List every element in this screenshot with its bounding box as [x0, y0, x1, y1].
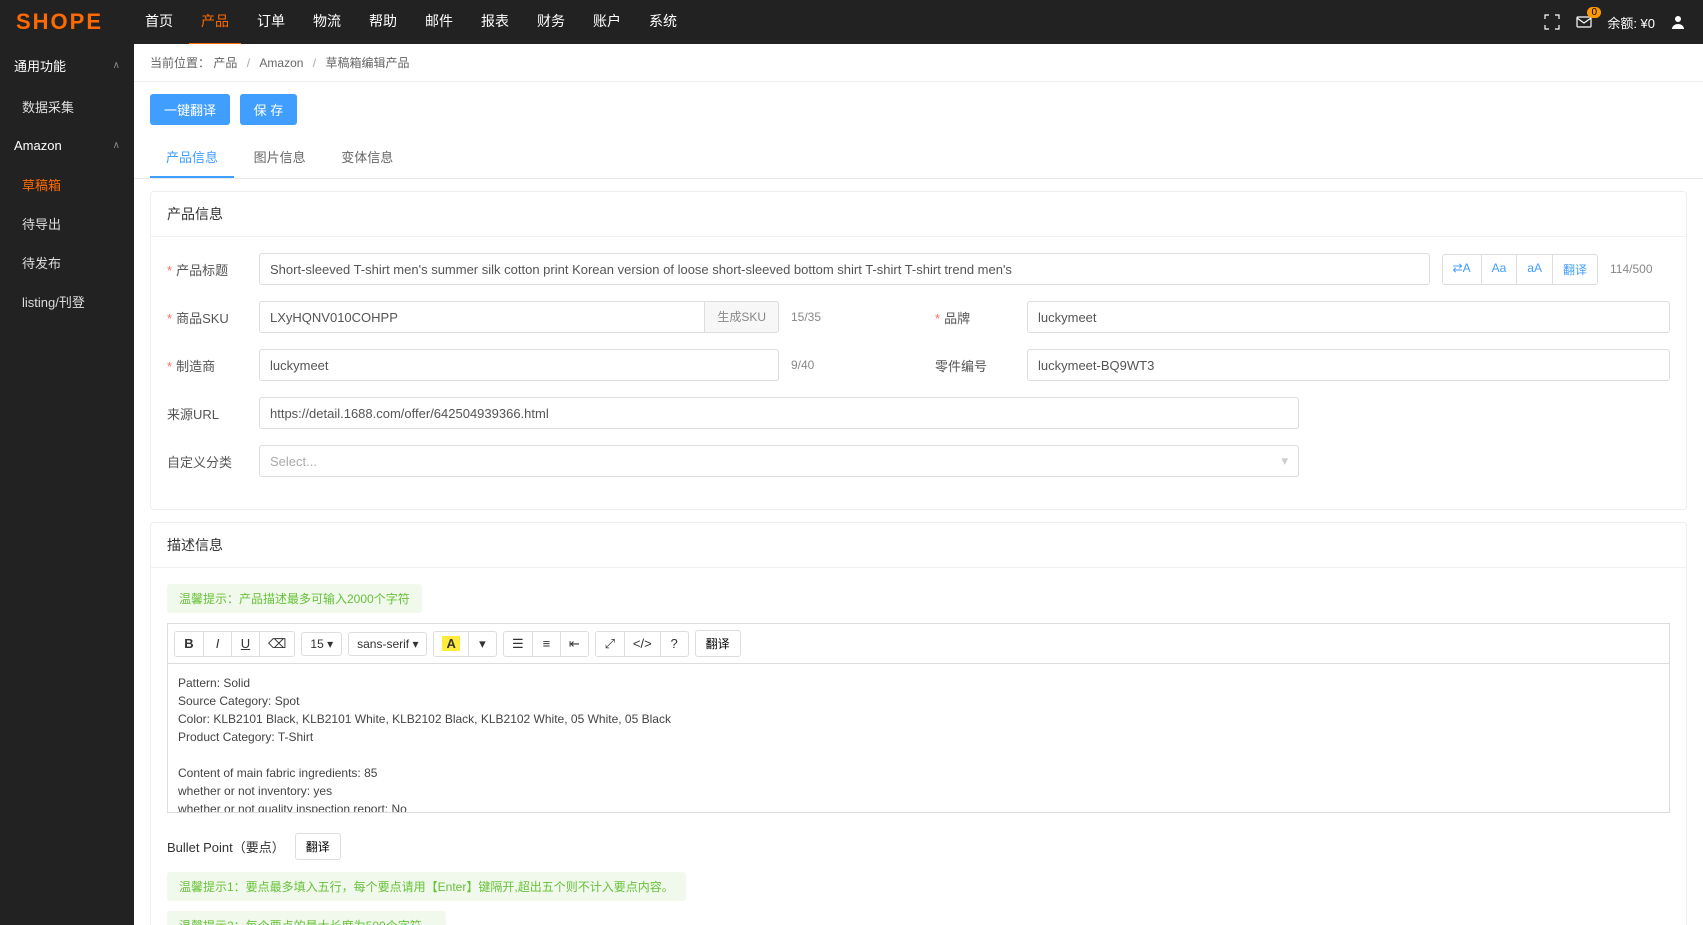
code-button[interactable]: </> [624, 632, 660, 656]
label-brand: 品牌 [935, 308, 1015, 327]
main-content: 当前位置： 产品 / Amazon / 草稿箱编辑产品 一键翻译 保 存 产品信… [134, 44, 1703, 925]
list-ul-button[interactable]: ☰ [504, 632, 532, 656]
case-icon-2[interactable]: Aa [1481, 255, 1517, 284]
action-bar: 一键翻译 保 存 [134, 82, 1703, 137]
translate-bullet-button[interactable]: 翻译 [295, 833, 341, 860]
tab-product-info[interactable]: 产品信息 [150, 137, 234, 178]
part-number-input[interactable] [1027, 349, 1670, 381]
text-color-button[interactable]: A [434, 632, 467, 656]
fullscreen-icon[interactable] [1543, 13, 1561, 31]
font-size-select[interactable]: 15 ▾ [301, 632, 342, 656]
brand-input[interactable] [1027, 301, 1670, 333]
nav-order[interactable]: 订单 [245, 0, 297, 45]
case-icon-3[interactable]: aA [1516, 255, 1552, 284]
editor-textarea[interactable]: Pattern: Solid Source Category: Spot Col… [167, 663, 1670, 813]
sidebar-item-draft[interactable]: 草稿箱 [0, 165, 134, 204]
manufacturer-count: 9/40 [791, 358, 851, 372]
italic-button[interactable]: I [203, 632, 231, 656]
title-tools: ⇄A Aa aA 翻译 [1442, 254, 1598, 285]
breadcrumb-current: 草稿箱编辑产品 [325, 56, 409, 70]
sidebar-item-listing[interactable]: listing/刊登 [0, 282, 134, 321]
title-input[interactable] [259, 253, 1430, 285]
case-icon-1[interactable]: ⇄A [1443, 255, 1481, 284]
sidebar-item-collect[interactable]: 数据采集 [0, 87, 134, 126]
mail-badge: 0 [1587, 7, 1601, 18]
chevron-up-icon: ∧ [113, 60, 120, 71]
chevron-down-icon: ▾ [1281, 453, 1288, 469]
nav-logistics[interactable]: 物流 [301, 0, 353, 45]
bullet-title: Bullet Point（要点） [167, 837, 285, 856]
card-title: 产品信息 [151, 192, 1686, 237]
logo: SHOPE [16, 9, 103, 35]
chevron-up-icon: ∧ [113, 140, 120, 151]
source-url-input[interactable] [259, 397, 1299, 429]
nav-account[interactable]: 账户 [581, 0, 633, 45]
sku-input[interactable] [259, 301, 704, 333]
text-color-dropdown[interactable]: ▾ [468, 632, 496, 656]
font-family-select[interactable]: sans-serif ▾ [348, 632, 427, 656]
label-sku: 商品SKU [167, 308, 247, 327]
help-button[interactable]: ? [660, 632, 688, 656]
generate-sku-button[interactable]: 生成SKU [704, 301, 779, 333]
user-icon[interactable] [1669, 13, 1687, 31]
nav-report[interactable]: 报表 [469, 0, 521, 45]
label-title: 产品标题 [167, 260, 247, 279]
nav-help[interactable]: 帮助 [357, 0, 409, 45]
tab-variant-info[interactable]: 变体信息 [325, 137, 409, 176]
mail-icon[interactable]: 0 [1575, 13, 1593, 31]
outdent-button[interactable]: ⇤ [560, 632, 588, 656]
sidebar-item-export[interactable]: 待导出 [0, 204, 134, 243]
nav-finance[interactable]: 财务 [525, 0, 577, 45]
erase-button[interactable]: ⌫ [259, 632, 294, 656]
translate-desc-button[interactable]: 翻译 [695, 630, 741, 657]
balance-label: 余额: ¥0 [1607, 13, 1655, 32]
bold-button[interactable]: B [175, 632, 203, 656]
save-button[interactable]: 保 存 [240, 94, 298, 125]
list-ol-button[interactable]: ≡ [532, 632, 560, 656]
sku-count: 15/35 [791, 310, 851, 324]
nav-system[interactable]: 系统 [637, 0, 689, 45]
custom-category-select[interactable]: Select... ▾ [259, 445, 1299, 477]
translate-button[interactable]: 一键翻译 [150, 94, 230, 125]
label-manufacturer: 制造商 [167, 356, 247, 375]
title-count: 114/500 [1610, 262, 1670, 276]
label-custom-category: 自定义分类 [167, 452, 247, 471]
card-title-desc: 描述信息 [151, 523, 1686, 568]
bullet-hint-2: 温馨提示2：每个要点的最大长度为500个字符。 [167, 911, 446, 925]
product-info-card: 产品信息 产品标题 ⇄A Aa aA 翻译 114/500 商品SKU [150, 191, 1687, 510]
bullet-hint-1: 温馨提示1：要点最多填入五行，每个要点请用【Enter】键隔开,超出五个则不计入… [167, 872, 686, 901]
label-source-url: 来源URL [167, 404, 247, 423]
underline-button[interactable]: U [231, 632, 259, 656]
description-card: 描述信息 温馨提示：产品描述最多可输入2000个字符 B I U ⌫ 15 ▾ … [150, 522, 1687, 925]
top-right: 0 余额: ¥0 [1543, 13, 1687, 32]
topbar: SHOPE 首页 产品 订单 物流 帮助 邮件 报表 财务 账户 系统 0 余额… [0, 0, 1703, 44]
translate-title-button[interactable]: 翻译 [1552, 255, 1597, 284]
breadcrumb-product[interactable]: 产品 [213, 56, 237, 70]
label-part-number: 零件编号 [935, 356, 1015, 375]
breadcrumb-amazon[interactable]: Amazon [259, 56, 303, 70]
manufacturer-input[interactable] [259, 349, 779, 381]
breadcrumb: 当前位置： 产品 / Amazon / 草稿箱编辑产品 [134, 44, 1703, 82]
top-nav: 首页 产品 订单 物流 帮助 邮件 报表 财务 账户 系统 [133, 0, 689, 45]
sidebar-group-amazon[interactable]: Amazon∧ [0, 126, 134, 165]
desc-hint: 温馨提示：产品描述最多可输入2000个字符 [167, 584, 422, 613]
nav-home[interactable]: 首页 [133, 0, 185, 45]
nav-mail[interactable]: 邮件 [413, 0, 465, 45]
sidebar: 通用功能∧ 数据采集 Amazon∧ 草稿箱 待导出 待发布 listing/刊… [0, 44, 134, 925]
tab-image-info[interactable]: 图片信息 [238, 137, 322, 176]
tabs: 产品信息 图片信息 变体信息 [134, 137, 1703, 179]
nav-product[interactable]: 产品 [189, 0, 241, 45]
expand-button[interactable]: ⤢ [596, 632, 624, 656]
sidebar-group-general[interactable]: 通用功能∧ [0, 44, 134, 87]
sidebar-item-publish[interactable]: 待发布 [0, 243, 134, 282]
editor-toolbar: B I U ⌫ 15 ▾ sans-serif ▾ A ▾ ☰ ≡ ⇤ [167, 623, 1670, 663]
